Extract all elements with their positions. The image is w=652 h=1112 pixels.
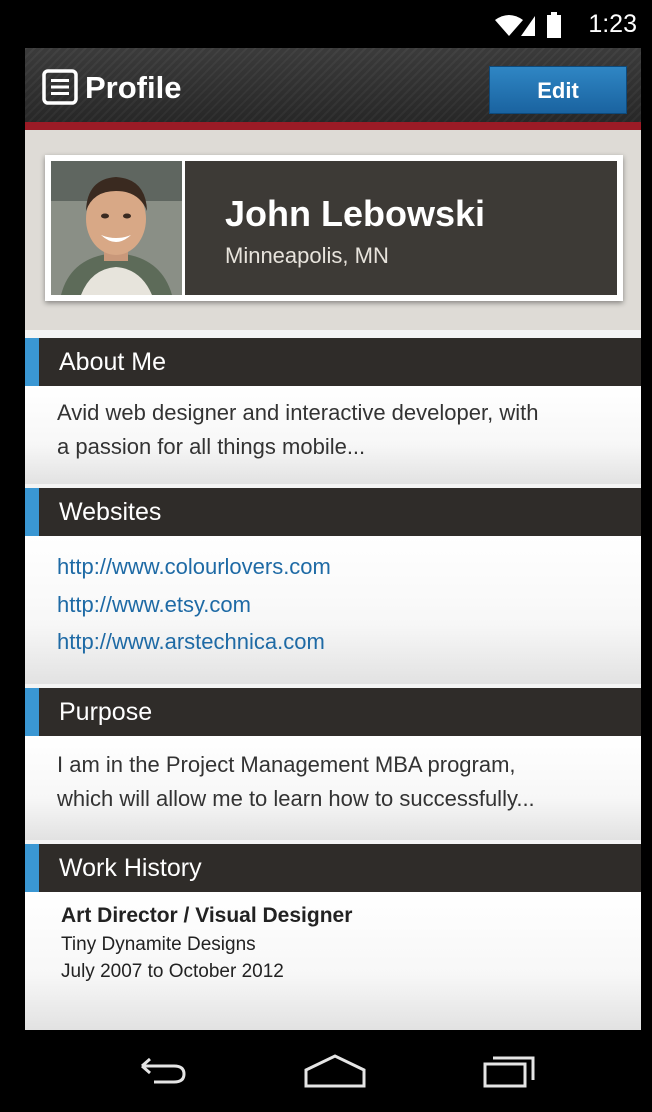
- battery-icon: [547, 12, 561, 38]
- purpose-title: Purpose: [59, 698, 153, 726]
- job-title: Art Director / Visual Designer: [61, 904, 353, 927]
- website-link[interactable]: http://www.arstechnica.com: [57, 629, 325, 655]
- home-icon[interactable]: [302, 1052, 368, 1092]
- profile-card-inner: John Lebowski Minneapolis, MN: [51, 161, 617, 295]
- profile-area: John Lebowski Minneapolis, MN: [25, 130, 641, 330]
- status-time: 1:23: [588, 10, 637, 38]
- purpose-header: Purpose: [25, 688, 641, 736]
- website-link[interactable]: http://www.colourlovers.com: [57, 554, 331, 580]
- purpose-body: I am in the Project Management MBA progr…: [25, 736, 641, 840]
- website-link[interactable]: http://www.etsy.com: [57, 592, 251, 618]
- signal-icon: [521, 16, 535, 36]
- back-icon[interactable]: [132, 1052, 192, 1092]
- about-header: About Me: [25, 338, 641, 386]
- edit-button[interactable]: Edit: [489, 66, 627, 114]
- websites-body: http://www.colourlovers.com http://www.e…: [25, 536, 641, 684]
- work-title: Work History: [59, 854, 202, 882]
- about-text-line1: Avid web designer and interactive develo…: [57, 400, 539, 425]
- about-text-line2: a passion for all things mobile...: [57, 434, 366, 459]
- purpose-text-line2: which will allow me to learn how to succ…: [57, 786, 535, 811]
- recents-icon[interactable]: [479, 1052, 539, 1092]
- avatar-photo: [51, 161, 182, 295]
- action-bar: Profile Edit: [25, 48, 641, 130]
- action-bar-accent: [25, 122, 641, 130]
- avatar: [51, 161, 185, 295]
- work-body: Art Director / Visual Designer Tiny Dyna…: [25, 892, 641, 1030]
- company-name: Tiny Dynamite Designs: [61, 934, 256, 955]
- profile-location: Minneapolis, MN: [225, 243, 389, 268]
- about-title: About Me: [59, 348, 167, 376]
- menu-icon[interactable]: [42, 69, 78, 105]
- work-header: Work History: [25, 844, 641, 892]
- profile-card: John Lebowski Minneapolis, MN: [45, 155, 623, 301]
- page-title: Profile: [85, 70, 182, 105]
- websites-header: Websites: [25, 488, 641, 536]
- wifi-icon: [495, 15, 523, 36]
- about-body: Avid web designer and interactive develo…: [25, 386, 641, 484]
- status-icons: [495, 12, 561, 38]
- profile-name: John Lebowski: [225, 193, 486, 234]
- purpose-text-line1: I am in the Project Management MBA progr…: [57, 752, 516, 777]
- employment-dates: July 2007 to October 2012: [61, 961, 284, 982]
- nav-bar: [25, 1030, 641, 1112]
- websites-title: Websites: [59, 498, 162, 526]
- status-bar: 1:23: [25, 0, 641, 48]
- phone-screen: 1:23 Profile Edit John Lebowski Minneapo…: [25, 0, 641, 1112]
